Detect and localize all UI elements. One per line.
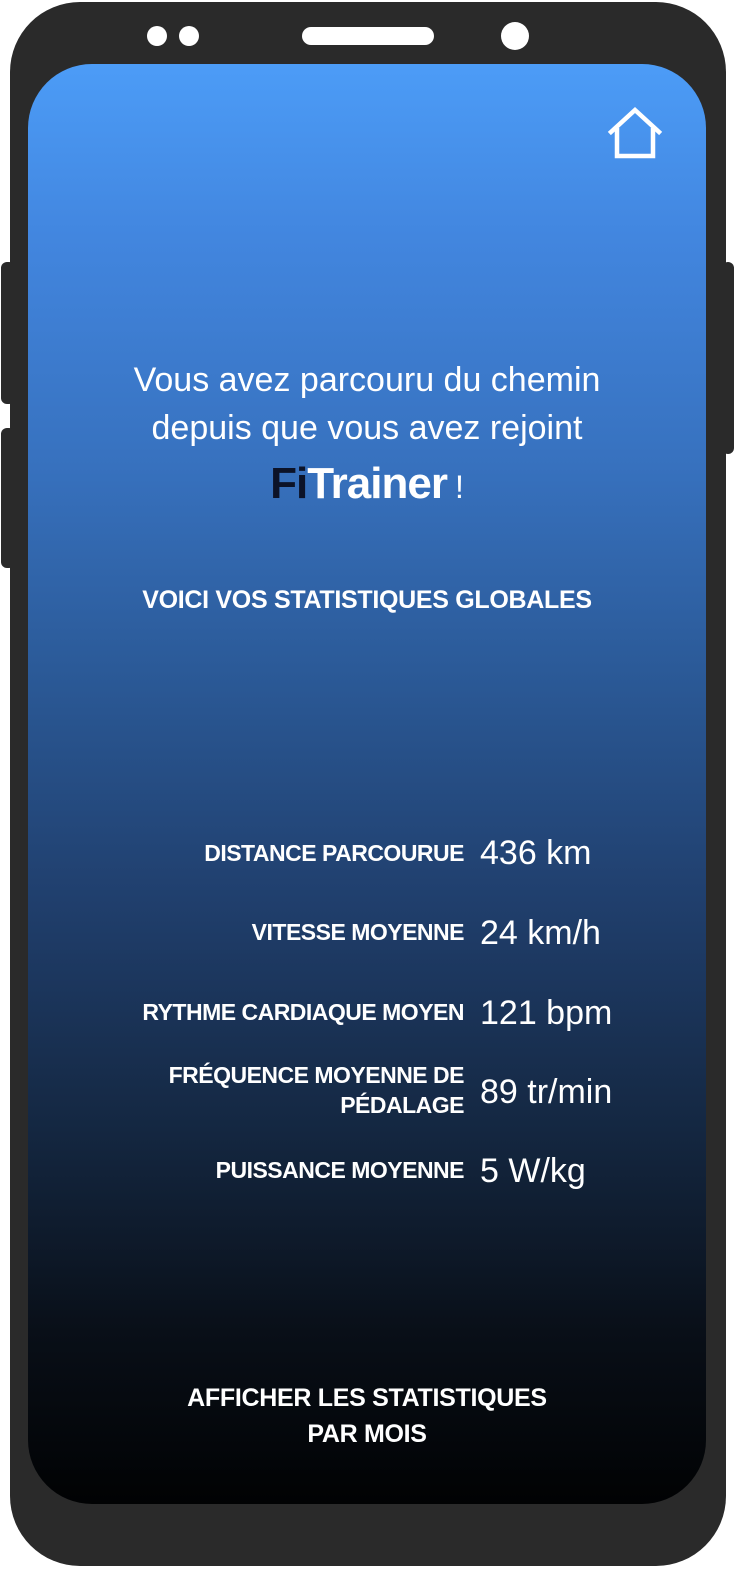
stat-row-power: PUISSANCE MOYENNE 5 W/kg	[28, 1142, 706, 1202]
front-camera	[501, 22, 529, 50]
intro-line-2: depuis que vous avez rejoint	[151, 409, 583, 447]
stat-label: FRÉQUENCE MOYENNE DE PÉDALAGE	[44, 1060, 465, 1120]
stat-label-line-2: PÉDALAGE	[340, 1092, 464, 1118]
monthly-stats-button-line-2: PAR MOIS	[307, 1420, 427, 1448]
sensor-dot	[179, 26, 199, 46]
stat-label: VITESSE MOYENNE	[251, 919, 465, 945]
intro-line-1: Vous avez parcouru du chemin	[133, 361, 601, 399]
stat-value: 121 bpm	[480, 994, 613, 1032]
stat-label-line-1: FRÉQUENCE MOYENNE DE	[168, 1062, 465, 1088]
brand-name: FiTrainer!	[28, 454, 706, 517]
brand-trainer: Trainer	[307, 459, 448, 508]
brand-fi: Fi	[270, 459, 308, 508]
volume-down-button	[1, 428, 15, 568]
earpiece-speaker	[302, 27, 434, 45]
monthly-stats-button[interactable]: AFFICHER LES STATISTIQUES PAR MOIS	[117, 1380, 617, 1452]
stat-row-heart-rate: RYTHME CARDIAQUE MOYEN 121 bpm	[28, 984, 706, 1044]
home-button[interactable]	[606, 104, 664, 162]
brand-exclamation: !	[454, 469, 464, 505]
section-title: VOICI VOS STATISTIQUES GLOBALES	[142, 586, 592, 614]
stat-value: 89 tr/min	[480, 1073, 613, 1111]
stat-label: PUISSANCE MOYENNE	[215, 1157, 465, 1183]
stat-label: DISTANCE PARCOURUE	[204, 840, 464, 866]
sensor-dot	[147, 26, 167, 46]
stat-value: 5 W/kg	[480, 1152, 586, 1190]
power-button	[722, 262, 734, 454]
monthly-stats-button-line-1: AFFICHER LES STATISTIQUES	[187, 1384, 547, 1412]
stat-row-cadence: FRÉQUENCE MOYENNE DE PÉDALAGE 89 tr/min	[28, 1060, 706, 1140]
stat-row-distance: DISTANCE PARCOURUE 436 km	[28, 824, 706, 884]
home-icon	[607, 106, 663, 159]
stat-value: 436 km	[480, 834, 592, 872]
volume-up-button	[1, 262, 15, 404]
stat-row-speed: VITESSE MOYENNE 24 km/h	[28, 904, 706, 964]
stat-label: RYTHME CARDIAQUE MOYEN	[142, 999, 464, 1025]
stat-value: 24 km/h	[480, 914, 601, 952]
app-screen: Vous avez parcouru du chemin depuis que …	[28, 64, 706, 1504]
intro-text: Vous avez parcouru du chemin depuis que …	[28, 356, 706, 452]
